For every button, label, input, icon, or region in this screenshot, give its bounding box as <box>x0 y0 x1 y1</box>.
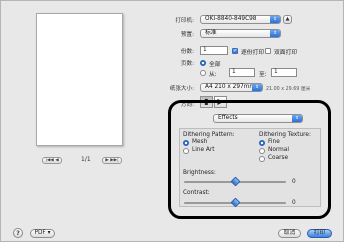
fine-radio[interactable] <box>259 140 265 146</box>
pages-from-label: 从: <box>209 72 217 78</box>
pages-range-radio[interactable] <box>200 70 206 76</box>
paper-dimensions: 21.00 x 29.69 厘米 <box>266 87 311 92</box>
disclosure-up-button[interactable]: ▲ <box>283 15 292 24</box>
duplex-checkbox[interactable] <box>265 48 271 54</box>
preset-label: 预置: <box>180 32 194 38</box>
contrast-label: Contrast: <box>183 190 210 196</box>
preview-page-indicator: 1/1 <box>81 156 91 163</box>
pages-label: 页数: <box>180 61 194 67</box>
fine-label: Fine <box>268 139 280 145</box>
page-preview <box>36 13 123 146</box>
brightness-value: 0 <box>292 179 296 185</box>
copies-label: 份数: <box>180 49 194 55</box>
popup-arrows-icon: ⇕ <box>270 16 280 23</box>
pages-all-radio[interactable] <box>200 60 206 66</box>
dithering-pattern-label: Dithering Pattern: <box>183 132 235 138</box>
paper-size-popup[interactable]: A4 210 x 297mm ⇕ <box>200 83 263 92</box>
preview-next-controls[interactable]: ▶ ▶▶| <box>102 157 122 164</box>
brightness-label: Brightness: <box>183 170 216 176</box>
preset-popup[interactable]: 标准 ⇕ <box>200 29 281 38</box>
mesh-label: Mesh <box>192 139 208 145</box>
print-button[interactable]: 打印 <box>307 229 332 238</box>
coarse-label: Coarse <box>268 155 289 161</box>
duplex-label: 双面打印 <box>274 50 298 56</box>
contrast-value: 0 <box>292 200 296 206</box>
printer-value: OKI-8840-849C98 <box>205 16 257 22</box>
normal-radio[interactable] <box>259 148 265 154</box>
section-value: Effects <box>218 115 238 121</box>
paper-size-label: 纸张大小: <box>169 86 194 92</box>
popup-arrows-icon: ⇕ <box>252 84 262 91</box>
popup-arrows-icon: ⇕ <box>292 115 302 122</box>
pages-all-label: 全部 <box>209 62 221 68</box>
normal-label: Normal <box>268 147 289 153</box>
print-dialog: |◀◀ ◀ 1/1 ▶ ▶▶| 打印机: OKI-8840-849C98 ⇕ ▲… <box>0 0 344 242</box>
dithering-texture-label: Dithering Texture: <box>259 132 311 138</box>
section-popup[interactable]: Effects ⇕ <box>213 114 303 123</box>
pages-to-field[interactable]: 1 <box>271 68 297 77</box>
line-art-label: Line Art <box>192 147 215 153</box>
preview-prev-controls[interactable]: |◀◀ ◀ <box>42 157 62 164</box>
pages-from-field[interactable]: 1 <box>229 68 255 77</box>
line-art-radio[interactable] <box>183 148 189 154</box>
collate-checkbox[interactable]: ✓ <box>232 48 238 54</box>
copies-field[interactable]: 1 <box>200 46 228 55</box>
pages-to-label: 至: <box>259 72 267 78</box>
help-button[interactable]: ? <box>13 228 23 238</box>
cancel-button[interactable]: 取消 <box>278 229 301 238</box>
coarse-radio[interactable] <box>259 156 265 162</box>
paper-size-value: A4 210 x 297mm <box>205 84 256 90</box>
mesh-radio[interactable] <box>183 140 189 146</box>
popup-arrows-icon: ⇕ <box>270 30 280 37</box>
printer-label: 打印机: <box>175 18 194 24</box>
pdf-button[interactable]: PDF ▾ <box>30 229 55 238</box>
printer-popup[interactable]: OKI-8840-849C98 ⇕ <box>200 15 281 24</box>
collate-label: 逐份打印 <box>241 50 265 56</box>
preset-value: 标准 <box>205 30 217 36</box>
